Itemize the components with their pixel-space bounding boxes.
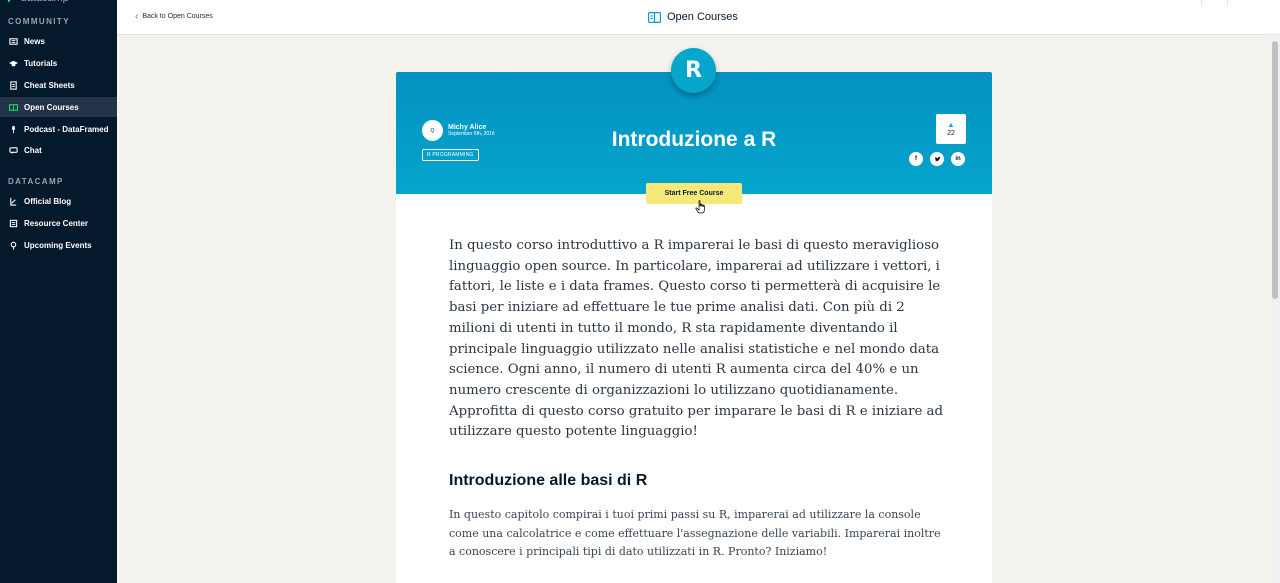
back-link-label: Back to Open Courses	[142, 13, 213, 20]
resource-icon	[9, 219, 18, 228]
chapter-heading: Introduzione alle basi di R	[449, 472, 648, 489]
news-icon	[9, 37, 18, 46]
sidebar-item-official-blog[interactable]: Official Blog	[0, 191, 117, 211]
page-scrollbar[interactable]	[1270, 35, 1280, 583]
course-description-card: In questo corso introduttivo a R imparer…	[396, 194, 992, 583]
sidebar-item-label: Upcoming Events	[24, 240, 92, 250]
scrollbar-thumb[interactable]	[1272, 41, 1278, 299]
facebook-icon[interactable]: f	[909, 152, 923, 166]
datacamp-section-title: DATACAMP	[8, 177, 64, 186]
sidebar-item-news[interactable]: News	[0, 31, 117, 51]
sidebar-item-label: Cheat Sheets	[24, 80, 75, 90]
blog-icon	[9, 197, 18, 206]
sidebar-item-label: Open Courses	[24, 102, 79, 112]
back-to-open-courses-link[interactable]: ‹ Back to Open Courses	[135, 11, 213, 22]
open-book-icon	[9, 103, 18, 112]
top-bar: ‹ Back to Open Courses Open Courses	[117, 0, 1280, 35]
chevron-left-icon: ‹	[135, 11, 139, 22]
chat-bubble-icon	[9, 146, 18, 155]
course-logo: R	[671, 48, 716, 93]
sidebar-item-label: Chat	[24, 145, 42, 155]
topbar-divider	[1227, 0, 1228, 5]
sidebar-item-label: Tutorials	[24, 58, 58, 68]
upvote-button[interactable]: ▲ 22	[936, 114, 966, 144]
community-section-title: COMMUNITY	[8, 17, 70, 26]
course-title: Introduzione a R	[611, 128, 777, 151]
course-intro-text: In questo corso introduttivo a R imparer…	[449, 238, 943, 440]
upvote-arrow-icon: ▲	[947, 121, 955, 129]
sidebar-item-label: News	[24, 36, 45, 46]
linkedin-icon[interactable]: in	[951, 152, 965, 166]
hand-cursor-icon	[695, 200, 705, 214]
graduation-cap-icon	[9, 59, 18, 68]
vote-count: 22	[947, 129, 955, 137]
sidebar-item-open-courses[interactable]: Open Courses	[0, 97, 117, 117]
twitter-icon[interactable]	[930, 152, 944, 166]
document-icon	[9, 80, 18, 90]
sidebar-item-chat[interactable]: Chat	[0, 140, 117, 160]
sidebar: ◤datacamp COMMUNITY News Tutorials Cheat…	[0, 0, 117, 583]
open-book-icon	[648, 11, 661, 23]
sidebar-item-cheat-sheets[interactable]: Cheat Sheets	[0, 75, 117, 95]
location-pin-icon	[9, 241, 18, 250]
sidebar-item-podcast[interactable]: Podcast - DataFramed	[0, 119, 117, 139]
topbar-divider	[1201, 0, 1202, 5]
start-free-course-button[interactable]: Start Free Course	[646, 183, 742, 204]
sidebar-item-upcoming-events[interactable]: Upcoming Events	[0, 235, 117, 255]
sidebar-item-tutorials[interactable]: Tutorials	[0, 53, 117, 73]
sidebar-item-label: Podcast - DataFramed	[24, 124, 109, 134]
r-logo-icon: R	[685, 58, 702, 83]
sidebar-item-resource-center[interactable]: Resource Center	[0, 213, 117, 233]
brand-logo[interactable]: ◤datacamp	[8, 0, 69, 3]
sidebar-item-label: Official Blog	[24, 196, 72, 206]
microphone-icon	[9, 125, 18, 134]
sidebar-item-label: Resource Center	[24, 218, 89, 228]
social-share: f in	[909, 152, 965, 166]
page-title-text: Open Courses	[667, 11, 738, 23]
chapter-description: In questo capitolo compirai i tuoi primi…	[449, 508, 941, 559]
page-title: Open Courses	[648, 11, 738, 23]
